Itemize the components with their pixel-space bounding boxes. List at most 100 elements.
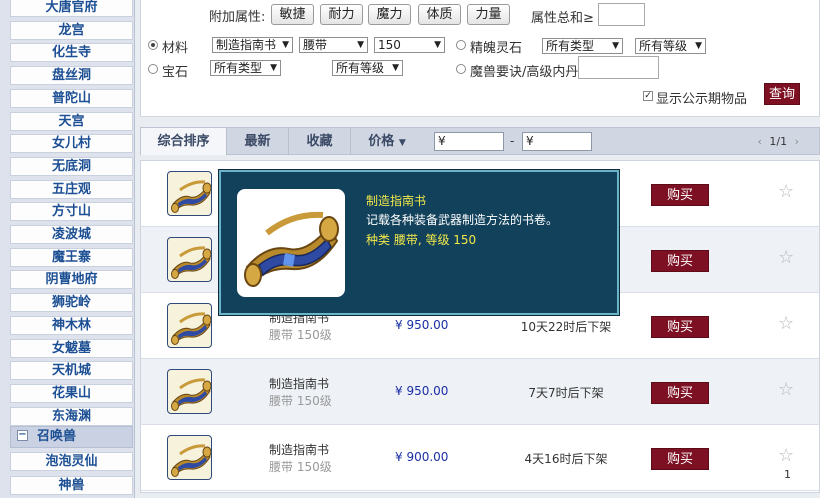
item-tooltip: 制造指南书 记载各种装备武器制造方法的书卷。 种类 腰带, 等级 150: [219, 170, 619, 315]
beast-input[interactable]: [578, 56, 659, 79]
tooltip-attributes: 种类 腰带, 等级 150: [366, 233, 477, 247]
gem-type-select[interactable]: 所有类型 ▼: [210, 60, 281, 76]
item-time-left: 10天22时后下架: [520, 320, 612, 334]
query-button[interactable]: 查询: [764, 83, 800, 105]
sidebar-group-summon[interactable]: − 召唤兽: [10, 426, 133, 448]
sidebar-item[interactable]: 狮驼岭: [10, 293, 133, 313]
sidebar-item[interactable]: 天机城: [10, 361, 133, 381]
scroll-icon: [237, 189, 345, 297]
beast-label: 魔兽要诀/高级内丹: [470, 65, 579, 80]
sidebar-item[interactable]: 天宫: [10, 111, 133, 131]
attr-button-endurance[interactable]: 耐力: [320, 4, 363, 25]
dropdown-arrow-icon: ▼: [392, 63, 399, 73]
item-name: 制造指南书: [269, 443, 330, 457]
attr-total-input[interactable]: [598, 3, 645, 26]
soul-level-select[interactable]: 所有等级 ▼: [635, 38, 706, 54]
gem-radio[interactable]: [148, 64, 158, 74]
sidebar-item[interactable]: 魔王寨: [10, 247, 133, 267]
chevron-down-icon: ▼: [398, 138, 406, 148]
buy-button[interactable]: 购买: [651, 184, 709, 206]
sidebar-item[interactable]: 泡泡灵仙: [10, 452, 133, 471]
item-price: ¥ 950.00: [395, 318, 449, 332]
item-price: ¥ 900.00: [395, 450, 449, 464]
sidebar-item[interactable]: 凌波城: [10, 225, 133, 244]
soul-stone-radio[interactable]: [456, 40, 466, 50]
star-icon[interactable]: ☆: [778, 447, 796, 465]
sidebar-item[interactable]: 女儿村: [10, 134, 133, 154]
price-max-input[interactable]: ¥: [522, 132, 592, 151]
pager-text: 1/1: [769, 135, 788, 148]
collapse-icon[interactable]: −: [17, 430, 28, 441]
sidebar-item[interactable]: 龙宫: [10, 20, 133, 40]
scroll-icon[interactable]: [167, 435, 212, 480]
gem-label: 宝石: [162, 65, 189, 80]
sidebar-item[interactable]: 神木林: [10, 315, 133, 335]
attr-button-constitution[interactable]: 体质: [418, 4, 461, 25]
dropdown-arrow-icon: ▼: [357, 40, 364, 50]
tab-comprehensive[interactable]: 综合排序: [141, 128, 227, 155]
buy-button[interactable]: 购买: [651, 250, 709, 272]
attr-button-strength[interactable]: 力量: [467, 4, 510, 25]
sidebar-item[interactable]: 盘丝洞: [10, 66, 133, 86]
scroll-icon[interactable]: [167, 303, 212, 348]
tab-price[interactable]: 价格 ▼: [351, 128, 423, 155]
sidebar-item[interactable]: 神兽: [10, 476, 133, 495]
tab-favorites[interactable]: 收藏: [289, 128, 351, 155]
sidebar-item[interactable]: 阴曹地府: [10, 270, 133, 290]
beast-radio[interactable]: [456, 64, 466, 74]
sidebar-item[interactable]: 大唐官府: [10, 0, 133, 17]
soul-stone-label: 精魄灵石: [470, 41, 523, 56]
sidebar-item[interactable]: 方寸山: [10, 202, 133, 222]
buy-button[interactable]: 购买: [651, 448, 709, 470]
pager-next-icon[interactable]: ›: [795, 135, 799, 148]
material-level-select[interactable]: 150 ▼: [374, 37, 445, 53]
material-radio[interactable]: [148, 40, 158, 50]
dropdown-arrow-icon: ▼: [612, 41, 619, 51]
sidebar: 大唐官府龙宫化生寺盘丝洞 普陀山天宫女儿村 无底洞五庄观方寸山凌波城魔王寨阴曹地府狮…: [0, 0, 135, 498]
sidebar-group-label: 召唤兽: [37, 429, 77, 444]
price-dash: -: [510, 134, 515, 148]
sidebar-item[interactable]: 无底洞: [10, 156, 133, 176]
sidebar-item[interactable]: 五庄观: [10, 179, 133, 199]
sidebar-item[interactable]: 花果山: [10, 383, 133, 403]
public-checkbox[interactable]: ✓: [643, 91, 653, 101]
star-icon[interactable]: ☆: [778, 315, 796, 333]
soul-type-select[interactable]: 所有类型 ▼: [542, 38, 623, 54]
buy-button[interactable]: 购买: [651, 316, 709, 338]
item-time-left: 4天16时后下架: [524, 452, 608, 466]
item-time-left: 7天7时后下架: [528, 386, 604, 400]
attr-button-agility[interactable]: 敏捷: [271, 4, 314, 25]
dropdown-arrow-icon: ▼: [434, 40, 441, 50]
material-label: 材料: [162, 41, 189, 56]
buy-button[interactable]: 购买: [651, 382, 709, 404]
item-subtitle: 腰带 150级: [269, 328, 332, 342]
scroll-icon[interactable]: [167, 369, 212, 414]
table-row: 制造指南书 腰带 150级 ¥ 950.00 7天7时后下架 购买 ☆: [141, 359, 819, 425]
material-part-select[interactable]: 腰带 ▼: [299, 37, 368, 53]
extra-attr-label: 附加属性:: [209, 10, 266, 25]
star-icon[interactable]: ☆: [778, 381, 796, 399]
item-subtitle: 腰带 150级: [269, 394, 332, 408]
material-type-select[interactable]: 制造指南书 ▼: [212, 37, 293, 53]
gem-level-select[interactable]: 所有等级 ▼: [332, 60, 403, 76]
tooltip-title: 制造指南书: [366, 194, 427, 208]
item-name: 制造指南书: [269, 377, 330, 391]
scroll-icon[interactable]: [167, 237, 212, 282]
tab-price-label: 价格: [368, 134, 395, 149]
star-icon[interactable]: ☆: [778, 249, 796, 267]
sidebar-item[interactable]: 东海渊: [10, 406, 133, 426]
sidebar-item[interactable]: 普陀山: [10, 88, 133, 108]
sidebar-item[interactable]: 女魃墓: [10, 338, 133, 358]
attr-total-label: 属性总和≥: [531, 11, 594, 26]
sidebar-item[interactable]: 化生寺: [10, 43, 133, 63]
tooltip-description: 记载各种装备武器制造方法的书卷。: [366, 213, 559, 227]
tab-latest[interactable]: 最新: [227, 128, 289, 155]
scroll-icon[interactable]: [167, 171, 212, 216]
price-min-input[interactable]: ¥: [434, 132, 504, 151]
table-row: 制造指南书 腰带 150级 ¥ 900.00 4天16时后下架 购买 ☆ 1: [141, 425, 819, 491]
dropdown-arrow-icon: ▼: [270, 63, 277, 73]
attr-button-magic[interactable]: 魔力: [368, 4, 411, 25]
public-label: 显示公示期物品: [656, 92, 748, 107]
pager-prev-icon[interactable]: ‹: [757, 135, 761, 148]
star-icon[interactable]: ☆: [778, 183, 796, 201]
